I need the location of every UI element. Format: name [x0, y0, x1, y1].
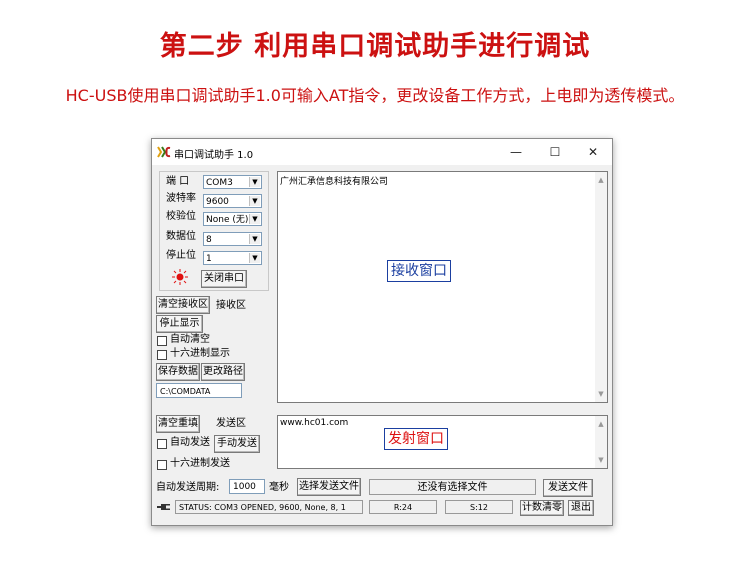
send-period-field[interactable]: 1000: [229, 479, 265, 494]
hex-display-checkbox[interactable]: [157, 350, 167, 360]
send-period-label: 自动发送周期:: [156, 482, 220, 493]
send-period-unit: 毫秒: [269, 482, 289, 493]
baud-label: 波特率: [166, 193, 196, 204]
chevron-down-icon: ▼: [249, 234, 260, 244]
receive-scrollbar[interactable]: ▲ ▼: [595, 172, 607, 402]
send-scrollbar[interactable]: ▲ ▼: [595, 416, 607, 468]
databits-select[interactable]: 8 ▼: [203, 232, 262, 246]
hex-send-checkbox[interactable]: [157, 460, 167, 470]
chevron-down-icon: ▼: [249, 253, 260, 263]
close-window-button[interactable]: ✕: [574, 139, 612, 165]
chevron-down-icon: ▼: [249, 196, 260, 206]
port-select-value: COM3: [206, 178, 233, 188]
port-label: 端 口: [166, 176, 190, 187]
hex-display-label: 十六进制显示: [170, 348, 230, 359]
window-title: 串口调试助手 1.0: [174, 150, 254, 161]
reset-count-button[interactable]: 计数清零: [520, 500, 564, 516]
chevron-down-icon: ▼: [249, 177, 260, 187]
auto-clear-label: 自动清空: [170, 334, 210, 345]
close-port-button[interactable]: 关闭串口: [201, 270, 247, 288]
rx-count: R:24: [369, 500, 437, 514]
stopbits-label: 停止位: [166, 250, 196, 261]
send-file-button[interactable]: 发送文件: [543, 479, 593, 497]
minimize-button[interactable]: —: [497, 139, 535, 165]
receive-pane[interactable]: 广州汇承信息科技有限公司 ▲ ▼: [277, 171, 608, 403]
chevron-down-icon: ▼: [249, 214, 260, 224]
file-status-field: 还没有选择文件: [369, 479, 536, 495]
parity-select[interactable]: None (无) ▼: [203, 212, 262, 226]
save-data-button[interactable]: 保存数据: [156, 363, 200, 381]
clear-send-button[interactable]: 清空重填: [156, 415, 200, 433]
page-title: 第二步 利用串口调试助手进行调试: [159, 31, 591, 62]
manual-send-button[interactable]: 手动发送: [214, 435, 260, 453]
scroll-up-icon[interactable]: ▲: [595, 418, 607, 430]
port-status-led-icon: [172, 269, 188, 285]
select-file-button[interactable]: 选择发送文件: [297, 478, 361, 496]
hex-send-label: 十六进制发送: [170, 458, 230, 469]
receive-window-label: 接收窗口: [387, 260, 451, 282]
tx-count: S:12: [445, 500, 513, 514]
stopbits-select-value: 1: [206, 254, 212, 264]
send-text: www.hc01.com: [280, 418, 349, 428]
databits-select-value: 8: [206, 235, 212, 245]
status-text: STATUS: COM3 OPENED, 9600, None, 8, 1: [175, 500, 363, 514]
databits-label: 数据位: [166, 231, 196, 242]
send-window-label: 发射窗口: [384, 428, 448, 450]
scroll-up-icon[interactable]: ▲: [595, 174, 607, 186]
stop-display-button[interactable]: 停止显示: [156, 315, 203, 333]
auto-send-checkbox[interactable]: [157, 439, 167, 449]
exit-button[interactable]: 退出: [568, 500, 594, 516]
scroll-down-icon[interactable]: ▼: [595, 388, 607, 400]
scroll-down-icon[interactable]: ▼: [595, 454, 607, 466]
change-path-button[interactable]: 更改路径: [201, 363, 245, 381]
clear-receive-button[interactable]: 清空接收区: [156, 296, 210, 314]
plug-icon: [157, 504, 170, 510]
receive-area-label: 接收区: [216, 300, 246, 311]
auto-clear-checkbox[interactable]: [157, 336, 167, 346]
port-select[interactable]: COM3 ▼: [203, 175, 262, 189]
page-subtitle: HC-USB使用串口调试助手1.0可输入AT指令，更改设备工作方式，上电即为透传…: [65, 86, 685, 105]
window-titlebar[interactable]: 串口调试助手 1.0 — ☐ ✕: [152, 139, 612, 165]
stopbits-select[interactable]: 1 ▼: [203, 251, 262, 265]
baud-select-value: 9600: [206, 197, 229, 207]
save-path-field[interactable]: C:\COMDATA: [156, 383, 242, 398]
send-area-label: 发送区: [216, 418, 246, 429]
receive-text: 广州汇承信息科技有限公司: [280, 177, 389, 187]
parity-label: 校验位: [166, 211, 196, 222]
app-logo-icon: [157, 146, 171, 158]
parity-select-value: None (无): [206, 215, 249, 225]
serial-debug-window: 串口调试助手 1.0 — ☐ ✕ 端 口 COM3 ▼ 波特率 9600 ▼ 校…: [151, 138, 613, 526]
baud-select[interactable]: 9600 ▼: [203, 194, 262, 208]
maximize-button[interactable]: ☐: [536, 139, 574, 165]
auto-send-label: 自动发送: [170, 437, 210, 448]
